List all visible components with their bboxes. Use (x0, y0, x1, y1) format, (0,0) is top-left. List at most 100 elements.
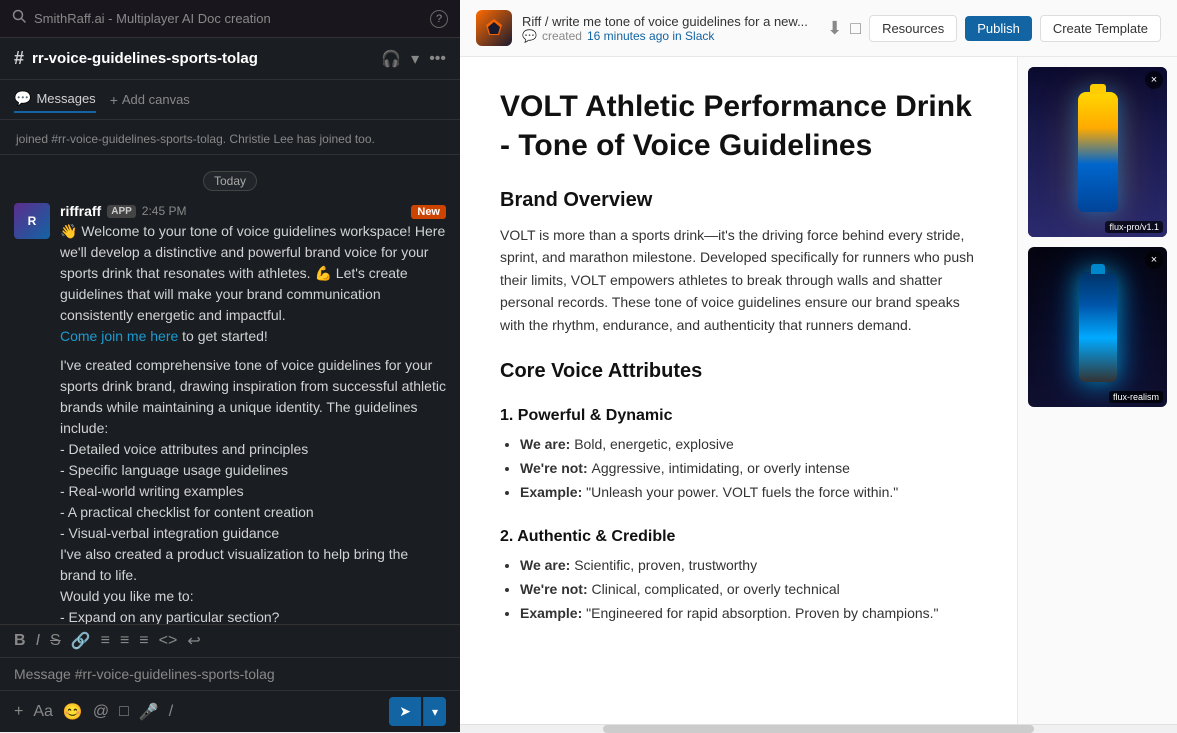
doc-subtitle: 💬 created 16 minutes ago in Slack (522, 29, 817, 43)
channel-header: # rr-voice-guidelines-sports-tolag 🎧 ▾ •… (0, 38, 460, 80)
list-item: We are: Scientific, proven, trustworthy (520, 554, 977, 578)
powerful-dynamic-section: 1. Powerful & Dynamic We are: Bold, ener… (500, 407, 977, 504)
bottle-image-1 (1028, 67, 1167, 237)
mic-icon[interactable]: 🎤 (139, 702, 159, 722)
messages-area[interactable]: joined #rr-voice-guidelines-sports-tolag… (0, 120, 460, 624)
channel-icons: 🎧 ▾ ••• (381, 49, 446, 69)
bullet-label: We're not: (520, 581, 592, 597)
search-label: SmithRaff.ai - Multiplayer AI Doc creati… (34, 11, 422, 26)
bullet-label: We are: (520, 557, 574, 573)
publish-button[interactable]: Publish (965, 16, 1032, 41)
add-icon[interactable]: + (14, 703, 23, 721)
compose-area[interactable]: Message #rr-voice-guidelines-sports-tola… (0, 657, 460, 690)
doc-content-area: VOLT Athletic Performance Drink - Tone o… (460, 57, 1177, 724)
list-ul-icon[interactable]: ≡ (120, 632, 129, 650)
doc-main[interactable]: VOLT Athletic Performance Drink - Tone o… (460, 57, 1017, 724)
horizontal-scrollbar[interactable] (460, 724, 1177, 732)
add-canvas-button[interactable]: + Add canvas (110, 92, 190, 108)
right-panel: Riff / write me tone of voice guidelines… (460, 0, 1177, 732)
emoji-icon[interactable]: 😊 (63, 702, 83, 722)
indent-icon[interactable]: ≡ (139, 632, 148, 650)
created-label: created (542, 29, 582, 43)
date-pill: Today (203, 171, 257, 191)
message-text: I've created comprehensive tone of voice… (60, 355, 446, 624)
slash-icon[interactable]: / (169, 703, 173, 721)
messages-tab-label: Messages (36, 91, 95, 106)
message-content: I've created comprehensive tone of voice… (60, 355, 446, 624)
download-icon[interactable]: ⬇ (827, 18, 842, 39)
image-card-2: × flux-realism (1028, 247, 1167, 407)
message-content: riffraff APP 2:45 PM 👋 Welcome to your t… (60, 203, 446, 347)
resources-button[interactable]: Resources (869, 15, 957, 42)
huddle-icon[interactable]: □ (119, 703, 129, 721)
doc-title: VOLT Athletic Performance Drink - Tone o… (500, 87, 977, 165)
message-text: 👋 Welcome to your tone of voice guidelin… (60, 221, 446, 347)
authentic-credible-list: We are: Scientific, proven, trustworthy … (500, 554, 977, 625)
message-row: I've created comprehensive tone of voice… (0, 351, 460, 624)
brand-overview-section: Brand Overview VOLT is more than a sport… (500, 189, 977, 336)
doc-breadcrumb: Riff / write me tone of voice guidelines… (522, 14, 817, 29)
bottle-image-2 (1028, 247, 1167, 407)
join-notice: joined #rr-voice-guidelines-sports-tolag… (0, 128, 460, 155)
italic-icon[interactable]: I (36, 632, 40, 650)
list-item: We're not: Clinical, complicated, or ove… (520, 578, 977, 602)
powerful-dynamic-list: We are: Bold, energetic, explosive We're… (500, 433, 977, 504)
headphone-icon[interactable]: 🎧 (381, 49, 401, 69)
bullet-text: Aggressive, intimidating, or overly inte… (592, 460, 850, 476)
bullet-label: We are: (520, 436, 574, 452)
brand-overview-text: VOLT is more than a sports drink—it's th… (500, 224, 977, 336)
compose-placeholder: Message #rr-voice-guidelines-sports-tola… (14, 666, 275, 682)
text-format-icon[interactable]: Aa (33, 703, 53, 721)
copy-icon[interactable]: □ (850, 18, 861, 39)
list-item: Example: "Engineered for rapid absorptio… (520, 602, 977, 626)
doc-title-area: Riff / write me tone of voice guidelines… (522, 14, 817, 43)
list-item: We're not: Aggressive, intimidating, or … (520, 457, 977, 481)
bottle-cap (1091, 264, 1105, 274)
date-divider: Today (0, 163, 460, 199)
search-bar: SmithRaff.ai - Multiplayer AI Doc creati… (0, 0, 460, 38)
powerful-dynamic-heading: 1. Powerful & Dynamic (500, 407, 977, 425)
send-arrow-button[interactable]: ▾ (423, 697, 446, 726)
image-close-button-1[interactable]: × (1145, 71, 1163, 89)
bottle-shape (1078, 92, 1118, 212)
channel-hash: # (14, 48, 24, 69)
image-label-1: flux-pro/v1.1 (1105, 221, 1163, 233)
create-template-button[interactable]: Create Template (1040, 15, 1161, 42)
bullet-text: "Engineered for rapid absorption. Proven… (586, 605, 938, 621)
link-icon[interactable]: 🔗 (71, 631, 91, 651)
chevron-down-icon[interactable]: ▾ (411, 49, 419, 69)
channel-name: rr-voice-guidelines-sports-tolag (32, 50, 373, 67)
bullet-text: Clinical, complicated, or overly technic… (592, 581, 840, 597)
image-card-1: × flux-pro/v1.1 (1028, 67, 1167, 237)
list-ol-icon[interactable]: ≡ (101, 632, 110, 650)
send-button[interactable]: ➤ (389, 697, 421, 726)
bullet-label: Example: (520, 484, 586, 500)
code-icon[interactable]: <> (159, 632, 178, 650)
bottle-cap (1090, 84, 1106, 94)
message-time: 2:45 PM (142, 204, 187, 218)
bullet-text: Scientific, proven, trustworthy (574, 557, 757, 573)
app-badge: APP (107, 205, 136, 218)
slack-icon: 💬 (522, 29, 537, 43)
bullet-label: Example: (520, 605, 586, 621)
image-close-button-2[interactable]: × (1145, 251, 1163, 269)
add-canvas-label: Add canvas (122, 92, 190, 107)
message-row: R riffraff APP 2:45 PM 👋 Welcome to your… (0, 199, 460, 351)
mention-icon[interactable]: @ (93, 703, 109, 721)
bullet-text: Bold, energetic, explosive (574, 436, 734, 452)
authentic-credible-heading: 2. Authentic & Credible (500, 528, 977, 546)
help-button[interactable]: ? (430, 10, 448, 28)
time-ago: 16 minutes ago in Slack (587, 29, 714, 43)
bottle-shape (1079, 272, 1117, 382)
avatar: R (14, 203, 50, 239)
authentic-credible-section: 2. Authentic & Credible We are: Scientif… (500, 528, 977, 625)
core-voice-section: Core Voice Attributes (500, 360, 977, 383)
join-link[interactable]: Come join me here (60, 328, 178, 344)
undo-icon[interactable]: ↩ (187, 631, 200, 651)
messages-tab[interactable]: 💬 Messages (14, 86, 96, 113)
bold-icon[interactable]: B (14, 632, 26, 650)
brand-logo (476, 10, 512, 46)
strikethrough-icon[interactable]: S (50, 632, 61, 650)
more-icon[interactable]: ••• (429, 50, 446, 68)
search-icon (12, 9, 26, 28)
